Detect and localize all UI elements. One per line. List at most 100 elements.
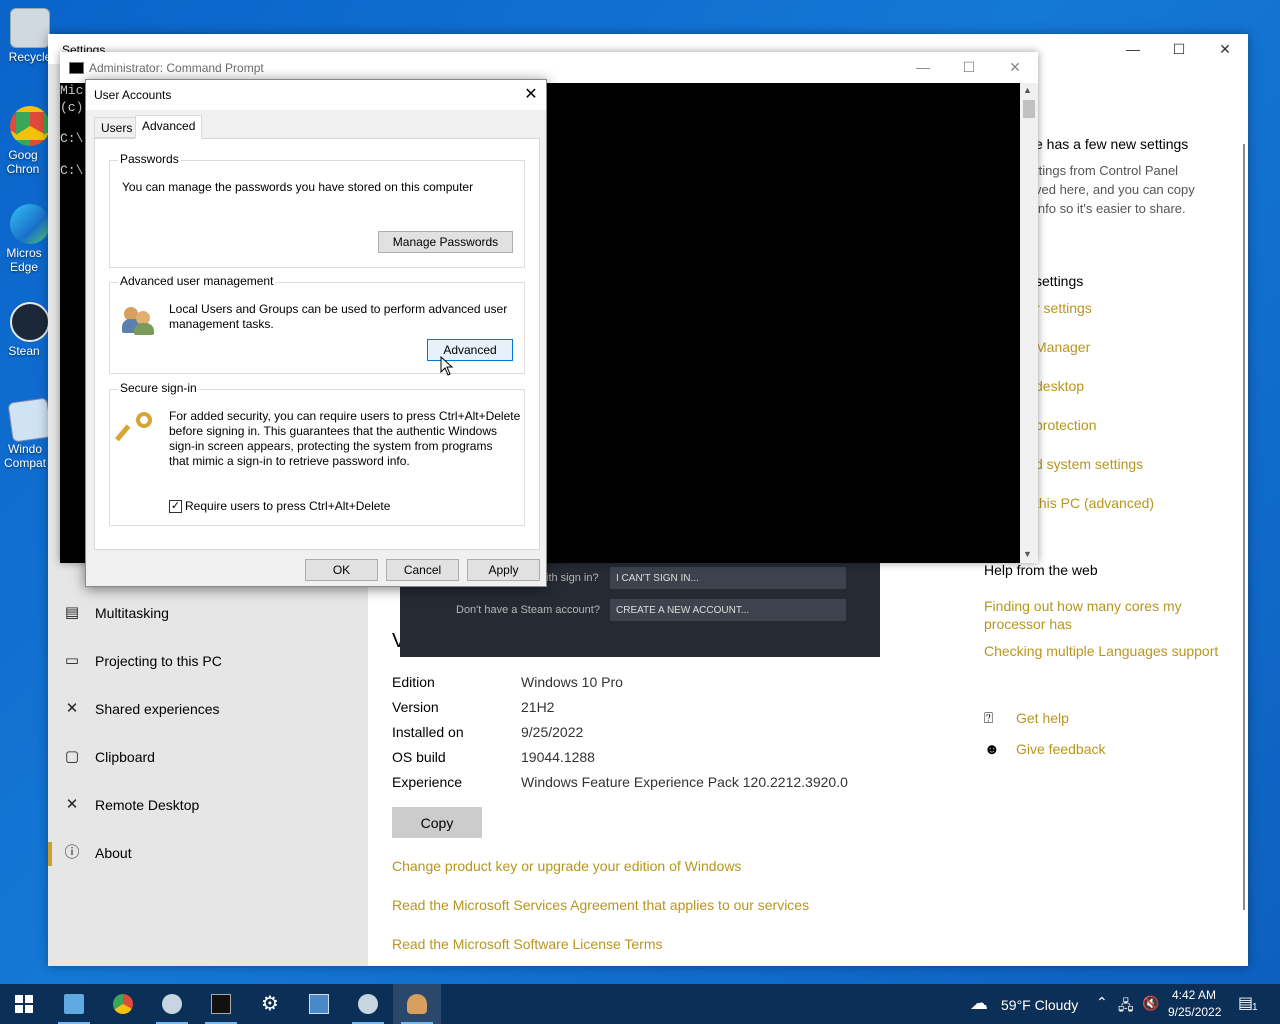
sidebar-item-remote-desktop[interactable]: ✕ Remote Desktop — [48, 786, 368, 826]
ctrl-alt-delete-checkbox[interactable]: ✓ — [169, 500, 182, 513]
taskbar-chrome[interactable] — [99, 984, 147, 1024]
weather-text[interactable]: 59°F Cloudy — [1001, 997, 1078, 1013]
help-link[interactable]: Checking multiple Languages support — [984, 643, 1218, 659]
manage-passwords-button[interactable]: Manage Passwords — [378, 231, 513, 253]
steam-icon — [358, 994, 378, 1014]
settings-scrollbar[interactable] — [1243, 144, 1245, 910]
close-button[interactable]: ✕ — [516, 80, 546, 110]
cant-sign-in-button[interactable]: I CAN'T SIGN IN... — [610, 567, 846, 589]
passwords-group: Passwords You can manage the passwords y… — [109, 152, 525, 268]
close-button[interactable]: ✕ — [992, 52, 1038, 82]
cancel-button[interactable]: Cancel — [386, 559, 459, 581]
taskbar-settings-app[interactable] — [50, 984, 98, 1024]
maximize-button[interactable]: ☐ — [946, 52, 992, 82]
tab-users[interactable]: Users — [94, 117, 140, 138]
sidebar-item-label: About — [95, 845, 132, 861]
spec-value: 21H2 — [521, 699, 555, 715]
volume-muted-icon[interactable]: 🔇 — [1142, 995, 1159, 1012]
recycle-bin-icon — [10, 8, 50, 48]
control-panel-icon — [309, 994, 329, 1014]
clock-date[interactable]: 9/25/2022 — [1168, 1005, 1221, 1019]
scroll-down-icon[interactable]: ▼ — [1023, 549, 1032, 559]
notification-count: 1 — [1252, 1002, 1258, 1013]
network-icon[interactable]: 🖧 — [1118, 995, 1134, 1019]
sidebar-item-label: Projecting to this PC — [95, 653, 222, 669]
cmd-scrollbar-thumb[interactable] — [1023, 100, 1035, 118]
related-link[interactable]: this PC (advanced) — [1035, 495, 1154, 511]
secure-signin-text: before signing in. This guarantees that … — [169, 424, 497, 438]
spec-value: Windows 10 Pro — [521, 674, 623, 690]
projecting-icon: ▭ — [64, 652, 80, 669]
related-settings-title: settings — [1035, 273, 1084, 289]
no-account-label: Don't have a Steam account? — [456, 604, 600, 616]
related-link[interactable]: desktop — [1035, 378, 1084, 394]
minimize-button[interactable]: — — [900, 52, 946, 82]
apply-button[interactable]: Apply — [467, 559, 540, 581]
taskbar-user-accounts[interactable] — [393, 984, 441, 1024]
taskbar-steam-2[interactable] — [344, 984, 392, 1024]
chrome-icon — [10, 106, 50, 146]
clock-time[interactable]: 4:42 AM — [1172, 988, 1216, 1002]
gear-icon: ⚙ — [261, 993, 279, 1015]
maximize-button[interactable]: ☐ — [1156, 34, 1202, 64]
change-product-key-link[interactable]: Change product key or upgrade your editi… — [392, 858, 741, 874]
close-button[interactable]: ✕ — [1202, 34, 1248, 64]
desktop-icon-label: Stean — [8, 344, 40, 358]
users-icon — [407, 994, 427, 1014]
give-feedback-link[interactable]: Give feedback — [1016, 741, 1106, 757]
tab-advanced[interactable]: Advanced — [135, 115, 203, 139]
console-line: Mic — [60, 83, 84, 98]
ok-button[interactable]: OK — [305, 559, 378, 581]
notifications-icon[interactable]: ▤ — [1238, 993, 1253, 1013]
group-heading: Advanced user management — [118, 274, 276, 288]
edge-icon — [10, 204, 50, 244]
mouse-cursor-icon — [440, 356, 454, 376]
taskbar-steam[interactable] — [148, 984, 196, 1024]
taskbar-settings[interactable]: ⚙ — [246, 984, 294, 1024]
console-line: C:\ — [60, 131, 84, 146]
computer-icon — [64, 994, 84, 1014]
get-help-link[interactable]: Get help — [1016, 710, 1069, 726]
sidebar-item-clipboard[interactable]: ▢ Clipboard — [48, 738, 368, 778]
related-link[interactable]: r settings — [1035, 300, 1092, 316]
copy-button[interactable]: Copy — [392, 807, 482, 838]
chevron-up-icon[interactable]: ⌃ — [1096, 994, 1108, 1011]
new-settings-text: info so it's easier to share. — [1035, 201, 1186, 216]
related-link[interactable]: d system settings — [1035, 456, 1143, 472]
secure-signin-text: For added security, you can require user… — [169, 409, 521, 423]
help-link[interactable]: Finding out how many cores my — [984, 598, 1182, 614]
key-icon — [115, 412, 154, 444]
start-button[interactable] — [0, 984, 48, 1024]
sidebar-item-projecting[interactable]: ▭ Projecting to this PC — [48, 642, 368, 682]
help-link[interactable]: processor has — [984, 616, 1072, 632]
passwords-text: You can manage the passwords you have st… — [122, 180, 474, 194]
spec-label: OS build — [392, 749, 446, 765]
taskbar-cmd[interactable] — [197, 984, 245, 1024]
sidebar-item-shared-experiences[interactable]: ✕ Shared experiences — [48, 690, 368, 730]
console-line: (c) — [60, 100, 84, 115]
sidebar-item-about[interactable]: ⓘ About — [48, 834, 368, 874]
checkbox-label[interactable]: Require users to press Ctrl+Alt+Delete — [185, 499, 390, 514]
desktop-icon-label: Micros Edge — [6, 246, 42, 274]
compat-icon — [7, 397, 53, 443]
get-help-icon: ⍰ — [984, 710, 994, 727]
related-link[interactable]: Manager — [1035, 339, 1090, 355]
dialog-titlebar[interactable]: User Accounts ✕ — [86, 80, 546, 110]
minimize-button[interactable]: — — [1110, 34, 1156, 64]
help-title: Help from the web — [984, 562, 1098, 578]
signin-help-label: ith sign in? — [546, 572, 599, 584]
related-link[interactable]: protection — [1035, 417, 1096, 433]
taskbar-control-panel[interactable] — [295, 984, 343, 1024]
desktop-icon-label: Windo Compat — [3, 442, 47, 470]
steam-icon — [10, 302, 50, 342]
spec-value: 9/25/2022 — [521, 724, 584, 740]
user-accounts-dialog: User Accounts ✕ Users Advanced Passwords… — [85, 79, 547, 587]
sidebar-item-multitasking[interactable]: ▤ Multitasking — [48, 594, 368, 634]
scroll-up-icon[interactable]: ▲ — [1023, 85, 1032, 95]
license-terms-link[interactable]: Read the Microsoft Software License Term… — [392, 936, 663, 952]
cmd-scrollbar[interactable] — [1020, 83, 1038, 563]
spec-label: Experience — [392, 774, 463, 790]
feedback-icon: ☻ — [984, 741, 1000, 758]
create-account-button[interactable]: CREATE A NEW ACCOUNT... — [610, 599, 846, 621]
services-agreement-link[interactable]: Read the Microsoft Services Agreement th… — [392, 897, 809, 913]
